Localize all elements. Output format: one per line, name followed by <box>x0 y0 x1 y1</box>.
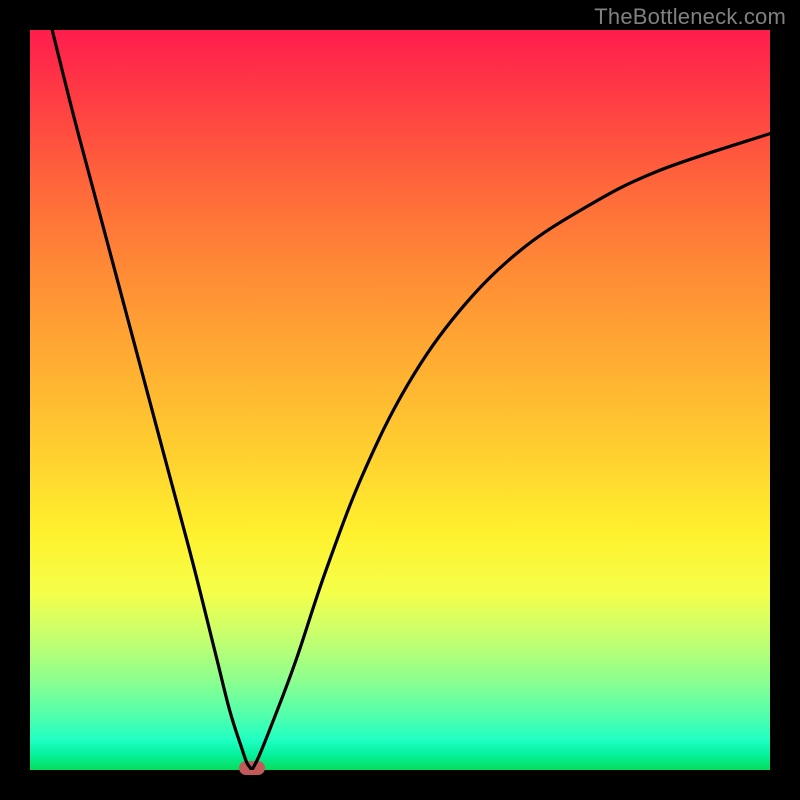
plot-area <box>30 30 770 770</box>
curve-path <box>52 30 770 770</box>
watermark-text: TheBottleneck.com <box>594 4 786 30</box>
bottleneck-curve <box>30 30 770 770</box>
chart-frame: TheBottleneck.com <box>0 0 800 800</box>
